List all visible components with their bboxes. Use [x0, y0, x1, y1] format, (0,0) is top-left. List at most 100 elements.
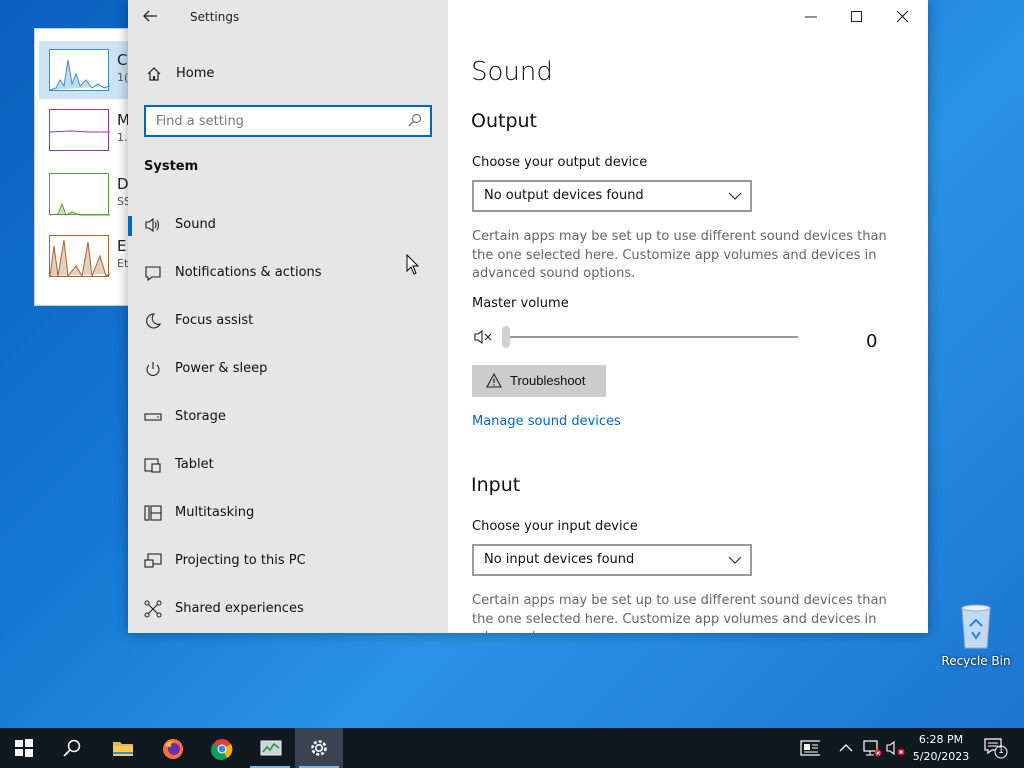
active-indicator	[128, 216, 132, 236]
input-heading: Input	[471, 474, 521, 496]
app-title: Settings	[190, 10, 240, 24]
page-title: Sound	[471, 57, 553, 87]
search-icon	[63, 739, 81, 757]
home-icon	[147, 67, 161, 81]
sidebar-item-notifications[interactable]: Notifications & actions	[128, 254, 448, 294]
power-icon	[146, 362, 160, 376]
storage-icon	[144, 413, 162, 421]
settings-nav-pane: Settings Home System Sound Notifications…	[128, 0, 448, 633]
notification-icon	[145, 266, 161, 282]
back-button[interactable]	[142, 8, 162, 26]
search-taskbar-button[interactable]	[48, 728, 96, 768]
recycle-bin-desktop-icon[interactable]: Recycle Bin	[940, 600, 1012, 670]
firefox-icon	[163, 739, 183, 759]
input-device-value: No input devices found	[484, 552, 635, 567]
projecting-icon	[144, 553, 162, 568]
bg-row-letter: E	[117, 237, 127, 255]
output-heading: Output	[471, 110, 537, 132]
input-description: Certain apps may be set up to use differ…	[472, 593, 887, 633]
sidebar-item-projecting[interactable]: Projecting to this PC	[128, 542, 448, 582]
sidebar-item-label: Sound	[175, 217, 216, 232]
sidebar-item-multitasking[interactable]: Multitasking	[128, 494, 448, 534]
section-title: System	[144, 159, 199, 174]
tablet-icon	[144, 458, 161, 473]
sidebar-item-shared-experiences[interactable]: Shared experiences	[128, 590, 448, 630]
firefox-taskbar-button[interactable]	[148, 728, 196, 768]
search-icon	[408, 113, 422, 127]
shared-experiences-icon	[144, 600, 162, 618]
clock-date: 5/20/2023	[912, 750, 970, 763]
content-pane: Sound Output Choose your output device N…	[448, 0, 928, 633]
sidebar-item-label: Projecting to this PC	[175, 553, 306, 568]
notification-count-badge: 1	[998, 746, 1004, 756]
warning-icon	[486, 373, 502, 388]
volume-muted-icon[interactable]	[886, 738, 906, 758]
sidebar-item-label: Power & sleep	[175, 361, 268, 376]
bg-row-letter: D	[117, 175, 129, 193]
output-device-value: No output devices found	[484, 188, 644, 203]
recycle-bin-label: Recycle Bin	[941, 654, 1011, 668]
volume-slider-thumb[interactable]	[502, 326, 510, 348]
disk-graph	[49, 173, 110, 216]
chrome-icon	[211, 739, 233, 760]
clock-time: 6:28 PM	[918, 733, 964, 746]
troubleshoot-label: Troubleshoot	[510, 373, 586, 388]
memory-graph	[49, 109, 110, 151]
muted-speaker-icon[interactable]	[474, 328, 496, 346]
bg-row-sub: 1(	[117, 71, 129, 84]
sidebar-item-label: Focus assist	[175, 313, 254, 328]
task-manager-icon	[260, 740, 282, 756]
manage-sound-devices-link[interactable]: Manage sound devices	[472, 414, 621, 429]
sidebar-item-power-sleep[interactable]: Power & sleep	[128, 350, 448, 390]
recycle-bin-icon	[961, 604, 991, 649]
file-explorer-taskbar-button[interactable]	[98, 728, 146, 768]
system-clock[interactable]: 6:28 PM 5/20/2023	[905, 731, 977, 765]
bg-row-letter: C	[117, 51, 128, 69]
bg-row-sub: 1.	[117, 131, 128, 144]
output-description: Certain apps may be set up to use differ…	[472, 229, 887, 281]
settings-taskbar-button[interactable]	[295, 728, 343, 768]
chevron-down-icon	[728, 556, 742, 564]
volume-value: 0	[866, 331, 878, 352]
volume-slider-track[interactable]	[506, 336, 798, 338]
chevron-down-icon	[728, 192, 742, 200]
ethernet-graph	[49, 235, 111, 278]
settings-window[interactable]: Settings Home System Sound Notifications…	[128, 0, 928, 633]
title-bar[interactable]: Settings	[128, 0, 448, 34]
mouse-cursor-icon	[406, 254, 420, 275]
search-box[interactable]	[144, 105, 432, 137]
task-manager-taskbar-button[interactable]	[246, 728, 294, 768]
action-center-button[interactable]: 1	[980, 728, 1024, 768]
sidebar-item-tablet[interactable]: Tablet	[128, 446, 448, 486]
home-nav-item[interactable]: Home	[128, 58, 448, 92]
sidebar-item-sound[interactable]: Sound	[128, 206, 448, 246]
master-volume-label: Master volume	[472, 296, 569, 311]
input-device-dropdown[interactable]: No input devices found	[472, 544, 752, 576]
gear-icon	[311, 740, 327, 756]
folder-icon	[113, 742, 133, 756]
chevron-up-icon[interactable]	[838, 738, 858, 758]
sidebar-item-focus-assist[interactable]: Focus assist	[128, 302, 448, 342]
input-device-label: Choose your input device	[472, 519, 638, 534]
sidebar-item-label: Tablet	[175, 457, 214, 472]
sidebar-item-label: Storage	[175, 409, 226, 424]
windows-logo-icon	[15, 739, 33, 757]
sidebar-item-label: Notifications & actions	[175, 265, 322, 280]
taskbar: 6:28 PM 5/20/2023 1	[0, 728, 1024, 768]
start-button[interactable]	[0, 728, 48, 768]
output-device-label: Choose your output device	[472, 155, 648, 170]
network-disconnected-icon[interactable]	[862, 738, 882, 758]
back-arrow-icon	[143, 10, 157, 22]
output-device-dropdown[interactable]: No output devices found	[472, 180, 752, 212]
moon-icon	[146, 313, 162, 329]
speaker-icon	[145, 217, 160, 233]
sidebar-item-label: Shared experiences	[175, 601, 304, 616]
search-input[interactable]	[146, 107, 396, 135]
news-widget-icon[interactable]	[800, 738, 820, 758]
home-label: Home	[176, 66, 215, 81]
multitasking-icon	[144, 505, 162, 521]
sidebar-item-storage[interactable]: Storage	[128, 398, 448, 438]
chrome-taskbar-button[interactable]	[197, 728, 245, 768]
cpu-graph	[49, 49, 111, 91]
troubleshoot-button[interactable]: Troubleshoot	[472, 365, 606, 397]
